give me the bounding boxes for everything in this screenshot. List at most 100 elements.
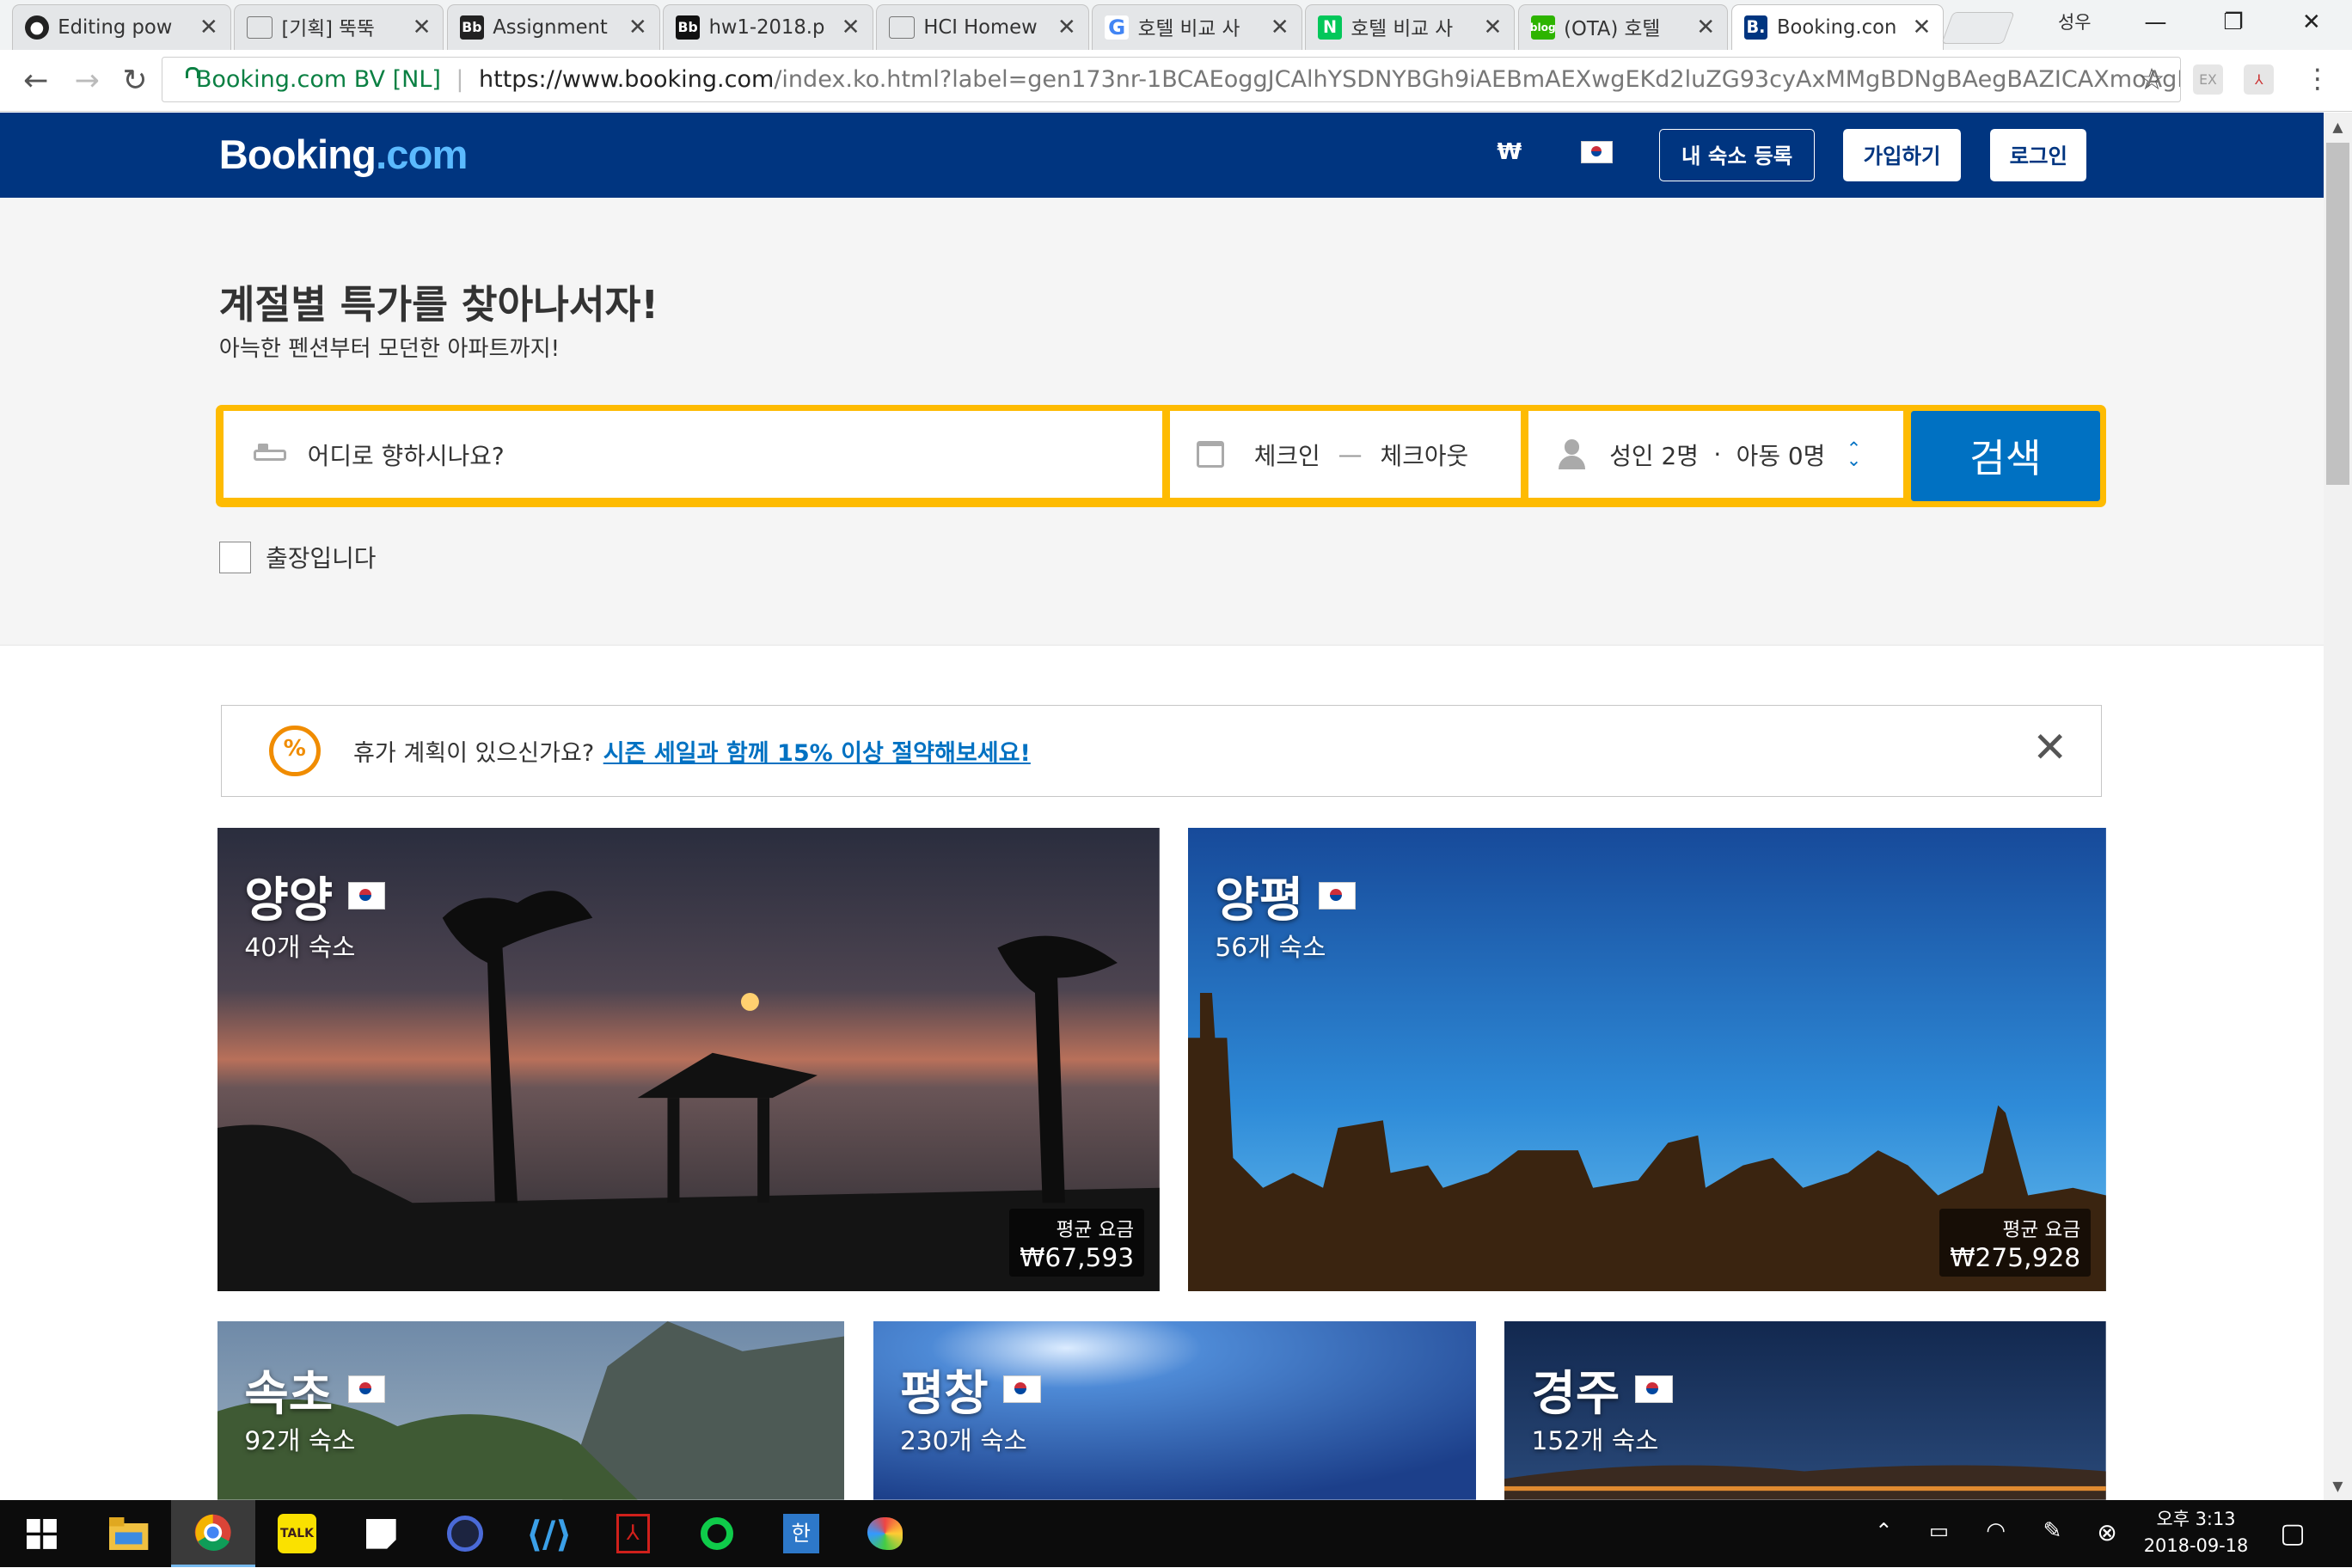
destination-card-yangpyeong[interactable]: 양평 56개 숙소 평균 요금 ₩275,928 [1187,828,2106,1292]
korea-flag-icon [1003,1375,1041,1403]
date-dash: — [1338,440,1363,469]
bed-icon [253,444,287,464]
bookmark-star-icon[interactable]: ☆ [2138,63,2165,97]
banner-link[interactable]: 시즌 세일과 함께 15% 이상 절약해보세요! [603,734,1031,768]
close-tab-icon[interactable]: ✕ [1913,15,1932,40]
forward-icon[interactable]: → [69,63,105,99]
browser-tab-strip: ● Editing pow ✕ [기획] 뚝뚝 ✕ Bb Assignment … [0,0,2352,51]
browser-tab[interactable]: ● Editing pow ✕ [11,4,231,50]
average-price-badge: 평균 요금 ₩67,593 [1008,1209,1145,1277]
browser-tab[interactable]: N 호텔 비교 사 ✕ [1305,4,1516,50]
tray-chevron-up-icon[interactable]: ⌃ [1875,1518,1892,1543]
destination-placeholder: 어디로 향하시나요? [307,441,505,470]
browser-tab[interactable]: blog (OTA) 호텔 ✕ [1517,4,1729,50]
browser-tab[interactable]: Bb Assignment ✕ [446,4,660,50]
currency-selector[interactable]: ₩ [1497,139,1522,165]
close-window-icon[interactable]: ✕ [2277,0,2346,45]
destination-card-sokcho[interactable]: 속초 92개 숙소 [217,1321,845,1500]
tab-title: Booking.con [1776,15,1897,39]
reload-icon[interactable]: ↻ [117,63,153,99]
vscode-icon[interactable]: ⟨/⟩ [507,1500,591,1568]
close-tab-icon[interactable]: ✕ [628,15,647,40]
guests-selector[interactable]: 성인 2명 · 아동 0명 ⌃ ⌄ [1528,411,1904,499]
price-value: ₩275,928 [1950,1241,2081,1272]
address-bar[interactable]: Booking.com BV [NL] | https://www.bookin… [162,57,2182,102]
browser-tab[interactable]: Bb hw1-2018.p ✕ [663,4,873,50]
profile-name[interactable]: 성우 [2058,9,2092,34]
close-tab-icon[interactable]: ✕ [1057,15,1076,40]
booking-logo[interactable]: Booking.com [219,131,469,178]
clock-time: 오후 3:13 [2156,1508,2236,1529]
windows-start-icon[interactable] [0,1500,84,1568]
property-count: 152개 숙소 [1531,1425,1659,1456]
blog-icon: blog [1530,15,1556,40]
checkbox-square[interactable] [218,541,251,573]
chrome-icon[interactable] [170,1499,255,1568]
browser-tab[interactable]: [기획] 뚝뚝 ✕ [234,4,444,50]
paint-icon[interactable] [843,1500,928,1568]
blackboard-icon: Bb [676,15,701,40]
obs-icon[interactable] [423,1500,507,1568]
mute-icon[interactable]: ⊗ [2097,1518,2116,1547]
hero-subtitle: 아늑한 펜션부터 모던한 아파트까지! [218,335,560,362]
kakaotalk-icon[interactable]: TALK [255,1500,340,1568]
menu-icon[interactable]: ⋮ [2300,62,2336,98]
korea-flag-icon[interactable] [1581,141,1613,164]
destination-card-gyeongju[interactable]: 경주 152개 숙소 [1504,1321,2106,1500]
battery-icon[interactable]: ▭ [1929,1518,1949,1543]
banner-text: 휴가 계획이 있으신가요? [353,739,595,767]
close-icon[interactable]: ✕ [2032,726,2067,769]
close-tab-icon[interactable]: ✕ [413,15,432,40]
green-app-icon[interactable] [675,1500,759,1568]
close-tab-icon[interactable]: ✕ [842,15,861,40]
extension-ex-icon[interactable]: EX [2193,64,2223,95]
system-clock[interactable]: 오후 3:13 2018-09-18 [2136,1506,2257,1560]
destination-card-yangyang[interactable]: 양양 40개 숙소 평균 요금 ₩67,593 [217,828,1160,1292]
hancom-icon[interactable]: 한 [759,1500,843,1568]
average-price-badge: 평균 요금 ₩275,928 [1939,1209,2092,1277]
children-count: 아동 0명 [1736,441,1826,470]
file-explorer-icon[interactable] [87,1500,171,1568]
scroll-up-arrow-icon[interactable]: ▲ [2324,119,2352,135]
new-tab-button[interactable] [1941,11,2015,44]
sticky-notes-icon[interactable] [339,1500,423,1568]
url-path: /index.ko.html?label=gen173nr-1BCAEoggJC… [774,65,2182,93]
destination-input[interactable]: 어디로 향하시나요? [223,411,1163,499]
date-picker[interactable]: 체크인 — 체크아웃 [1170,411,1522,499]
tab-title: (OTA) 호텔 [1564,18,1661,41]
calendar-icon [1197,440,1224,469]
chevron-up-down-icon: ⌃ ⌄ [1846,438,1862,470]
pen-icon[interactable]: ✎ [2043,1518,2062,1544]
restore-icon[interactable]: ❐ [2199,0,2268,45]
korea-flag-icon [347,1375,386,1403]
business-trip-checkbox[interactable]: 출장입니다 [218,540,376,574]
signup-button[interactable]: 가입하기 [1843,129,1961,182]
close-tab-icon[interactable]: ✕ [1696,15,1715,40]
close-tab-icon[interactable]: ✕ [199,15,218,40]
logo-domain: .com [376,131,468,177]
notification-icon[interactable]: ▢ [2280,1518,2306,1549]
search-button[interactable]: 검색 [1910,411,2100,501]
acrobat-icon[interactable]: ⅄ [591,1500,675,1568]
checkout-label: 체크아웃 [1380,441,1469,470]
destination-card-pyeongchang[interactable]: 평창 230개 숙소 [873,1321,1476,1500]
list-property-button[interactable]: 내 숙소 등록 [1658,129,1816,182]
korea-flag-icon [347,882,386,910]
back-icon[interactable]: ← [18,63,54,99]
login-button[interactable]: 로그인 [1990,129,2087,182]
scroll-down-arrow-icon[interactable]: ▼ [2324,1478,2352,1494]
wifi-icon[interactable]: ◠ [1986,1518,2006,1544]
close-tab-icon[interactable]: ✕ [1483,15,1502,40]
close-tab-icon[interactable]: ✕ [1271,15,1289,40]
url-host: https://www.booking.com [478,65,775,93]
scrollbar-thumb[interactable] [2326,142,2349,485]
blackboard-icon: Bb [459,15,484,40]
browser-tab[interactable]: G 호텔 비교 사 ✕ [1092,4,1302,50]
property-count: 230개 숙소 [899,1425,1027,1456]
price-label: 평균 요금 [2002,1218,2081,1241]
acrobat-extension-icon[interactable]: ⅄ [2244,64,2275,95]
minimize-icon[interactable]: — [2121,0,2190,45]
page-scrollbar[interactable]: ▲ ▼ [2323,112,2352,1500]
browser-tab[interactable]: HCI Homew ✕ [876,4,1089,50]
browser-tab-active[interactable]: B. Booking.con ✕ [1730,4,1945,50]
